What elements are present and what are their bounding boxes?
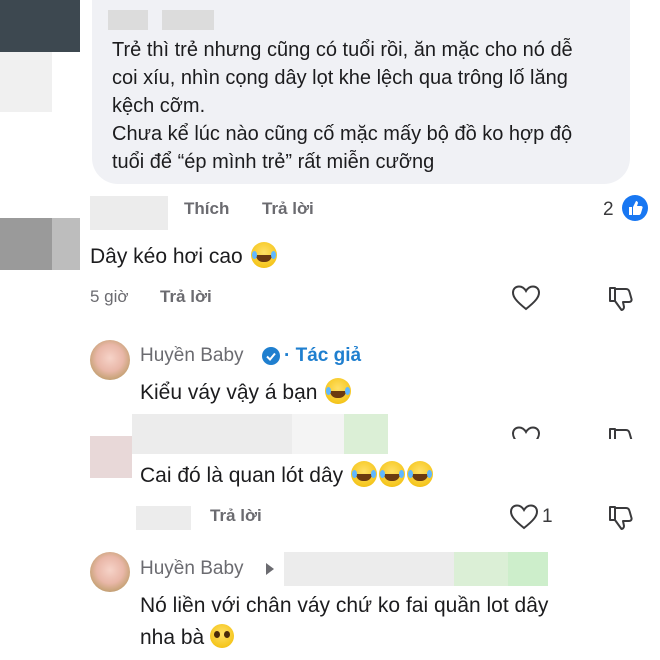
heart-outline-icon[interactable]	[509, 503, 539, 536]
avatar-commenter-2b	[52, 218, 80, 270]
laughing-tears-emoji	[350, 461, 377, 487]
play-triangle-icon	[266, 563, 274, 575]
reply-3-text: Nó liền với chân váy chứ ko fai quần lot…	[140, 594, 549, 649]
comment-2-text: Dây kéo hơi cao	[90, 242, 277, 271]
reply-1-text: Kiểu váy vậy á bạn	[140, 378, 352, 407]
reply-2-name-redacted-c	[344, 414, 388, 454]
thumbs-down-outline-icon[interactable]	[606, 284, 636, 319]
avatar-replier-2	[90, 436, 132, 478]
like-reaction-icon[interactable]	[622, 195, 648, 221]
reply-2-time-redacted	[136, 506, 191, 530]
reply-2-name-redacted-b	[292, 414, 344, 454]
reply-2-name-redacted	[132, 414, 292, 454]
time-redacted	[90, 196, 168, 230]
author-badge: · Tác giả	[284, 345, 362, 366]
avatar-commenter-2	[0, 218, 52, 270]
comment-text: Trẻ thì trẻ nhưng cũng có tuổi rồi, ăn m…	[112, 39, 573, 173]
reply-3-author[interactable]: Huyền Baby	[140, 558, 244, 580]
commenter-name-redacted-2	[162, 10, 214, 30]
pleading-face-emoji	[210, 624, 235, 648]
comment-2-reply-link[interactable]: Trả lời	[160, 287, 212, 307]
reply-target-redacted-b	[454, 552, 508, 586]
comment-2-time: 5 giờ	[90, 287, 129, 306]
verified-check-icon	[262, 347, 280, 365]
reaction-count: 2	[603, 199, 614, 220]
thumbs-down-outline-icon[interactable]	[606, 503, 636, 538]
commenter-name-redacted	[108, 10, 148, 30]
reply-target-redacted-c	[508, 552, 548, 586]
laughing-tears-emoji	[325, 378, 352, 404]
thumbs-down-outline-icon-partial[interactable]	[606, 425, 636, 439]
avatar-blurred-top-right	[80, 0, 92, 52]
heart-outline-icon-partial[interactable]	[511, 425, 541, 439]
heart-outline-icon[interactable]	[511, 284, 541, 317]
reply-2-reply-link[interactable]: Trả lời	[210, 506, 262, 526]
avatar-pixel	[0, 52, 52, 112]
reply-1-author[interactable]: Huyền Baby	[140, 345, 244, 367]
laughing-tears-emoji	[250, 242, 277, 268]
reply-2-like-count: 1	[542, 506, 553, 527]
laughing-tears-emoji	[378, 461, 405, 487]
reply-2-text: Cai đó là quan lót dây	[140, 461, 433, 490]
like-link[interactable]: Thích	[184, 199, 229, 219]
avatar-author	[90, 552, 130, 592]
comment-bubble: Trẻ thì trẻ nhưng cũng có tuổi rồi, ăn m…	[92, 0, 630, 184]
avatar-blurred-top	[0, 0, 80, 52]
reply-link[interactable]: Trả lời	[262, 199, 314, 219]
reply-target-redacted	[284, 552, 454, 586]
laughing-tears-emoji	[406, 461, 433, 487]
avatar-author	[90, 340, 130, 380]
